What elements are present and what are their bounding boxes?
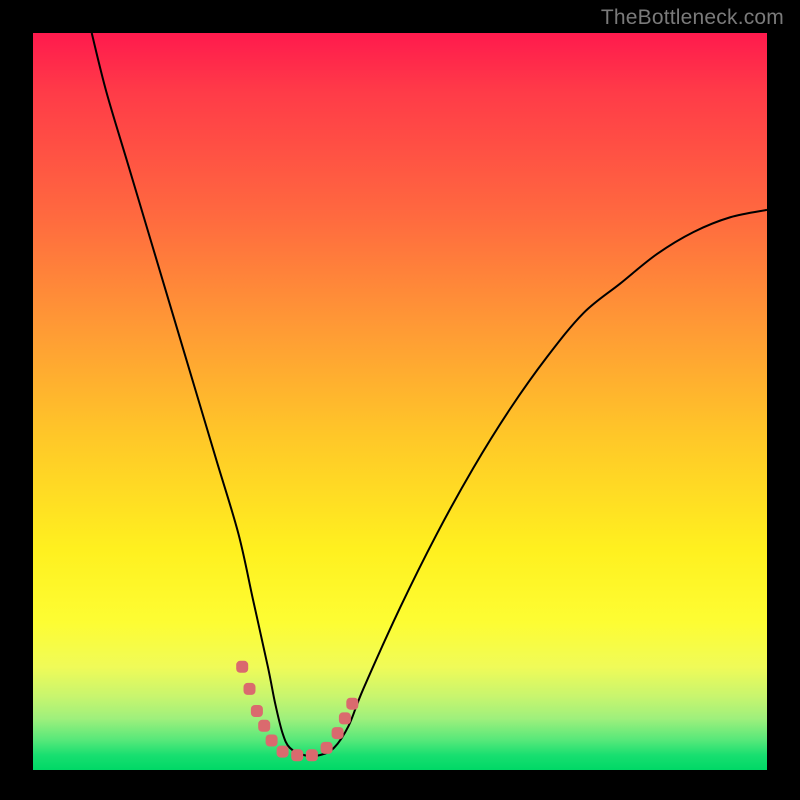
- marker-group: [236, 661, 358, 762]
- watermark-text: TheBottleneck.com: [601, 6, 784, 30]
- plot-area: [33, 33, 767, 770]
- marker-dot: [306, 749, 318, 761]
- curve-layer: [33, 33, 767, 770]
- marker-dot: [346, 698, 358, 710]
- marker-dot: [258, 720, 270, 732]
- chart-frame: TheBottleneck.com: [0, 0, 800, 800]
- marker-dot: [339, 712, 351, 724]
- marker-dot: [266, 735, 278, 747]
- marker-dot: [236, 661, 248, 673]
- marker-dot: [244, 683, 256, 695]
- marker-dot: [291, 749, 303, 761]
- marker-dot: [251, 705, 263, 717]
- marker-dot: [321, 742, 333, 754]
- marker-dot: [332, 727, 344, 739]
- marker-dot: [277, 746, 289, 758]
- bottleneck-curve: [92, 33, 767, 756]
